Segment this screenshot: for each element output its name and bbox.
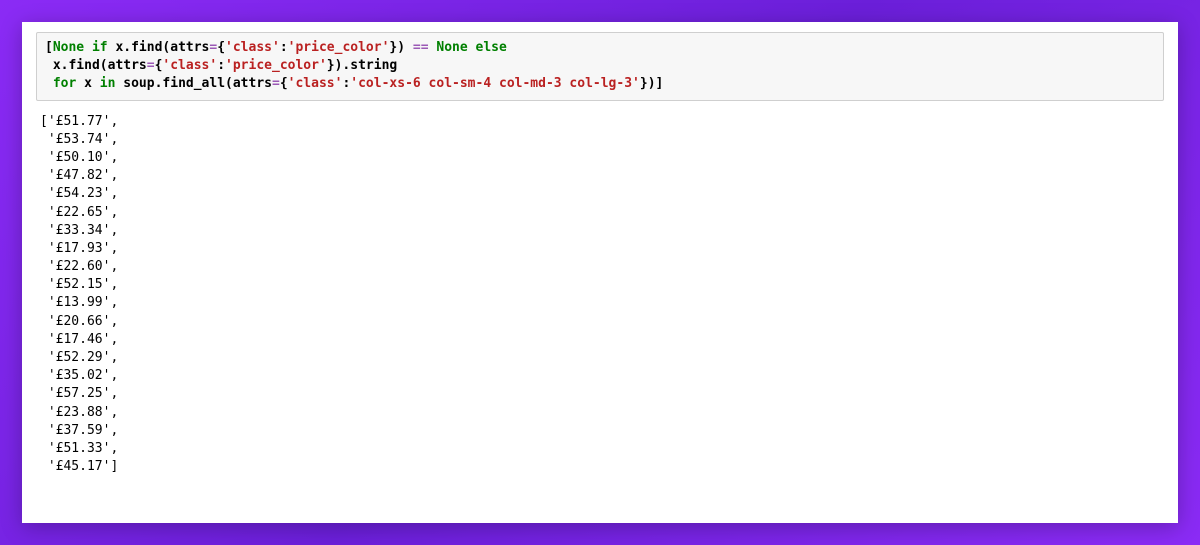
keyword-for: for (53, 76, 76, 91)
code-token: { (280, 76, 288, 91)
keyword-else: else (476, 40, 507, 55)
string-literal: 'class' (225, 40, 280, 55)
code-token: })] (640, 76, 663, 91)
string-literal: 'col-xs-6 col-sm-4 col-md-3 col-lg-3' (350, 76, 640, 91)
code-token: [ (45, 40, 53, 55)
code-token (84, 40, 92, 55)
code-token: x.find(attrs (108, 40, 210, 55)
keyword-if: if (92, 40, 108, 55)
code-token: soup.find_all(attrs (115, 76, 272, 91)
string-literal: 'price_color' (225, 58, 327, 73)
string-literal: 'class' (162, 58, 217, 73)
operator-equals: = (272, 76, 280, 91)
string-literal: 'price_color' (288, 40, 390, 55)
code-token: : (217, 58, 225, 73)
keyword-none: None (436, 40, 467, 55)
code-token: }).string (327, 58, 397, 73)
code-token (468, 40, 476, 55)
operator-equals: == (413, 40, 429, 55)
code-token: x (76, 76, 99, 91)
code-token: x.find(attrs (45, 58, 147, 73)
code-token: }) (389, 40, 412, 55)
string-literal: 'class' (288, 76, 343, 91)
code-token: : (280, 40, 288, 55)
notebook-panel: [None if x.find(attrs={'class':'price_co… (22, 22, 1178, 523)
code-token: { (217, 40, 225, 55)
keyword-none: None (53, 40, 84, 55)
code-token (45, 76, 53, 91)
operator-equals: = (147, 58, 155, 73)
keyword-in: in (100, 76, 116, 91)
code-input-cell[interactable]: [None if x.find(attrs={'class':'price_co… (36, 32, 1164, 101)
code-output-cell: ['£51.77', '£53.74', '£50.10', '£47.82',… (32, 109, 1168, 477)
